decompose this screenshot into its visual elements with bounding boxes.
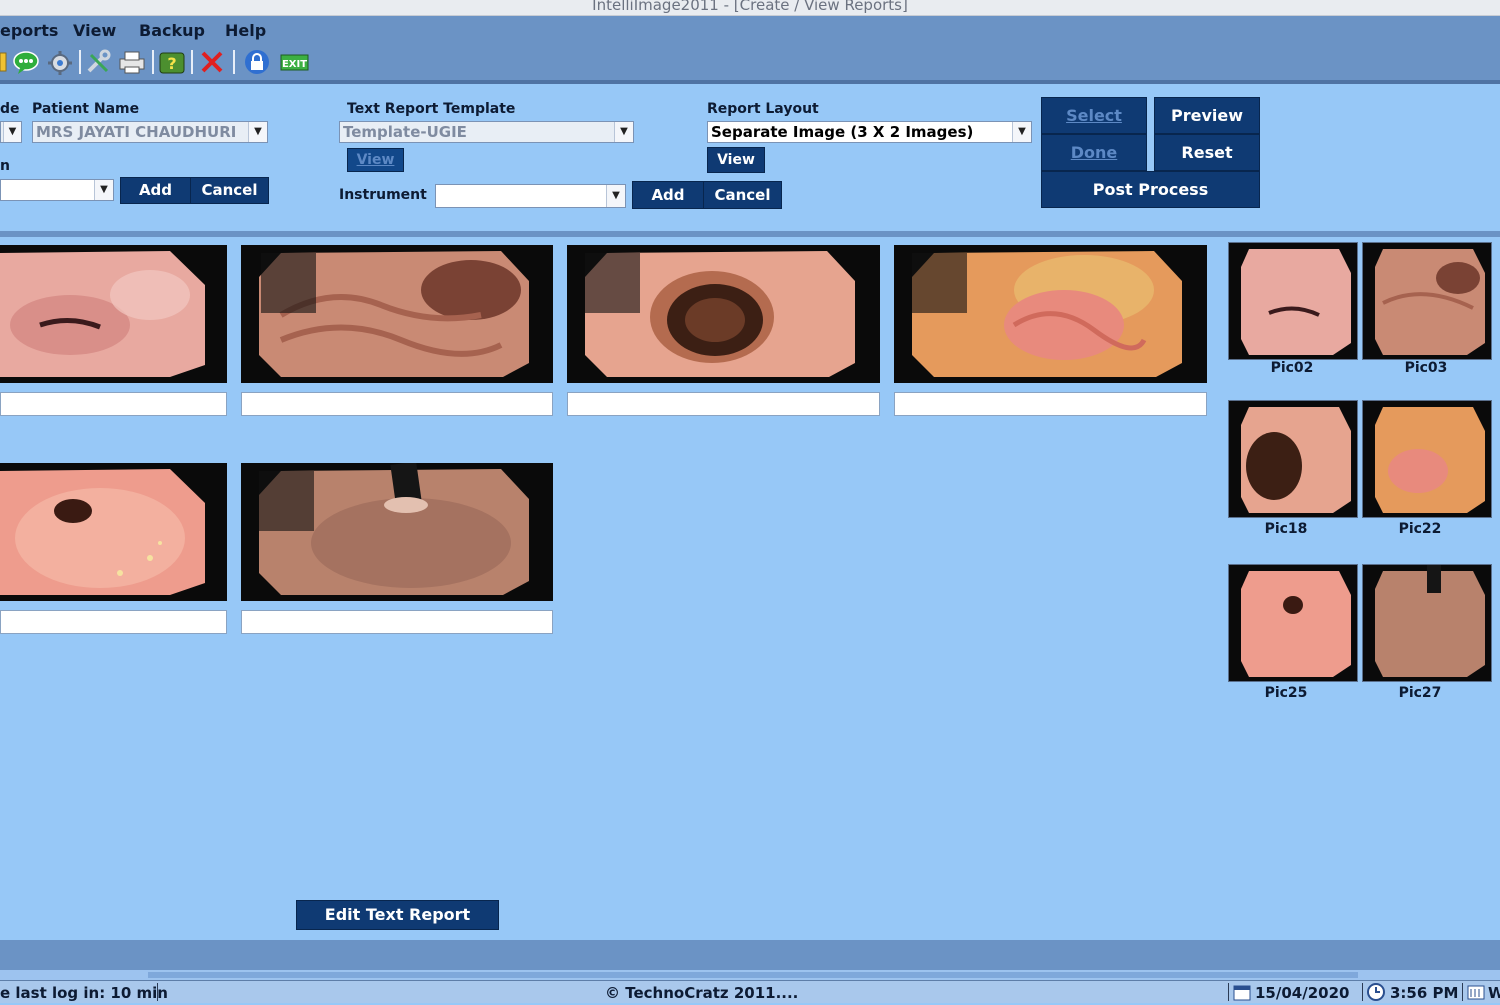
scrollbar-thumb[interactable] <box>148 972 1358 978</box>
preview-button[interactable]: Preview <box>1154 97 1260 134</box>
window-title: IntelliImage2011 - [Create / View Report… <box>592 0 908 14</box>
help-icon[interactable]: ? <box>158 49 186 75</box>
instrument-add-button[interactable]: Add <box>632 181 704 209</box>
report-layout-label: Report Layout <box>707 101 819 117</box>
done-button[interactable]: Done <box>1041 134 1147 171</box>
thumbnail-label: Pic02 <box>1270 360 1314 376</box>
menu-reports[interactable]: eports <box>0 21 58 40</box>
status-tail: W <box>1488 984 1500 1002</box>
toolbar-separator <box>191 50 193 74</box>
window-title-bar: IntelliImage2011 - [Create / View Report… <box>0 0 1500 16</box>
template-dropdown[interactable]: Template-UGIE ▼ <box>339 121 634 143</box>
chevron-down-icon[interactable]: ▼ <box>614 122 633 142</box>
svg-text:?: ? <box>167 54 176 73</box>
thumbnail-label: Pic18 <box>1264 521 1308 537</box>
settings-gear-icon[interactable] <box>46 49 74 75</box>
instrument-label: Instrument <box>339 187 427 203</box>
report-image-1[interactable] <box>0 245 227 383</box>
template-value: Template-UGIE <box>343 123 467 141</box>
second-field-label: n <box>0 158 10 174</box>
post-process-button[interactable]: Post Process <box>1041 171 1260 208</box>
chevron-down-icon[interactable]: ▼ <box>3 122 21 142</box>
report-image-2[interactable] <box>241 245 553 383</box>
thumbnail-label: Pic25 <box>1264 685 1308 701</box>
left-select-dropdown[interactable]: ▼ <box>0 179 114 201</box>
edit-text-report-button[interactable]: Edit Text Report <box>296 900 499 930</box>
report-image-6[interactable] <box>241 463 553 601</box>
image-caption-input-6[interactable] <box>241 610 553 634</box>
folder-icon[interactable] <box>0 49 8 75</box>
status-time: 3:56 PM <box>1390 984 1459 1002</box>
code-label: de <box>0 101 20 117</box>
toolbar-separator <box>79 50 81 74</box>
thumbnail-pic03[interactable] <box>1362 242 1492 360</box>
thumbnail-pic25[interactable] <box>1228 564 1358 682</box>
image-caption-input-3[interactable] <box>567 392 880 416</box>
thumbnail-pic02[interactable] <box>1228 242 1358 360</box>
report-image-3[interactable] <box>567 245 880 383</box>
thumbnail-label: Pic27 <box>1398 685 1442 701</box>
menu-view[interactable]: View <box>73 21 116 40</box>
exit-icon[interactable]: EXIT <box>280 49 310 75</box>
reset-button[interactable]: Reset <box>1154 134 1260 171</box>
status-bar: e last log in: 10 min © TechnoCratz 2011… <box>0 980 1500 1003</box>
lock-icon[interactable] <box>243 49 271 75</box>
chevron-down-icon[interactable]: ▼ <box>248 122 267 142</box>
thumbnail-pic18[interactable] <box>1228 400 1358 518</box>
section-divider <box>0 231 1500 237</box>
patient-name-dropdown[interactable]: MRS JAYATI CHAUDHURI ▼ <box>32 121 268 143</box>
image-caption-input-5[interactable] <box>0 610 227 634</box>
chevron-down-icon[interactable]: ▼ <box>94 180 113 200</box>
chevron-down-icon[interactable]: ▼ <box>606 185 625 207</box>
menu-help[interactable]: Help <box>225 21 266 40</box>
left-add-button[interactable]: Add <box>120 177 191 204</box>
layout-view-button[interactable]: View <box>707 147 765 173</box>
copyright-text: © TechnoCratz 2011.... <box>605 984 799 1002</box>
instrument-dropdown[interactable]: ▼ <box>435 184 626 208</box>
printer-icon[interactable] <box>117 49 145 75</box>
last-login-status: e last log in: 10 min <box>0 984 168 1002</box>
left-cancel-button[interactable]: Cancel <box>190 177 269 204</box>
wrench-tools-icon[interactable] <box>85 49 113 75</box>
thumbnail-pic22[interactable] <box>1362 400 1492 518</box>
template-label: Text Report Template <box>347 101 516 117</box>
chat-icon[interactable] <box>12 49 40 75</box>
exit-label: EXIT <box>282 59 307 70</box>
delete-icon[interactable] <box>198 49 226 75</box>
image-caption-input-2[interactable] <box>241 392 553 416</box>
status-separator <box>1462 983 1463 1001</box>
status-date: 15/04/2020 <box>1255 984 1350 1002</box>
menu-backup[interactable]: Backup <box>139 21 205 40</box>
image-caption-input-4[interactable] <box>894 392 1207 416</box>
template-view-button[interactable]: View <box>347 148 404 172</box>
report-layout-dropdown[interactable]: Separate Image (3 X 2 Images) ▼ <box>707 121 1032 143</box>
report-image-5[interactable] <box>0 463 227 601</box>
status-separator <box>1362 983 1363 1001</box>
toolbar-separator <box>233 50 235 74</box>
report-image-4[interactable] <box>894 245 1207 383</box>
chevron-down-icon[interactable]: ▼ <box>1012 122 1031 142</box>
instrument-cancel-button[interactable]: Cancel <box>703 181 782 209</box>
status-separator <box>1228 983 1229 1001</box>
status-separator <box>157 983 158 1001</box>
thumbnail-label: Pic03 <box>1404 360 1448 376</box>
thumbnail-pic27[interactable] <box>1362 564 1492 682</box>
patient-name-label: Patient Name <box>32 101 140 117</box>
report-layout-value: Separate Image (3 X 2 Images) <box>711 123 974 141</box>
image-caption-input-1[interactable] <box>0 392 227 416</box>
select-button[interactable]: Select <box>1041 97 1147 134</box>
thumbnail-label: Pic22 <box>1398 521 1442 537</box>
menu-bar: eports View Backup Help <box>0 16 1500 44</box>
toolbar: ? EXIT <box>0 44 1500 84</box>
patient-name-value: MRS JAYATI CHAUDHURI <box>36 123 237 141</box>
toolbar-separator <box>152 50 154 74</box>
bottom-panel-bar <box>0 940 1500 970</box>
code-dropdown[interactable]: ▼ <box>0 121 22 143</box>
